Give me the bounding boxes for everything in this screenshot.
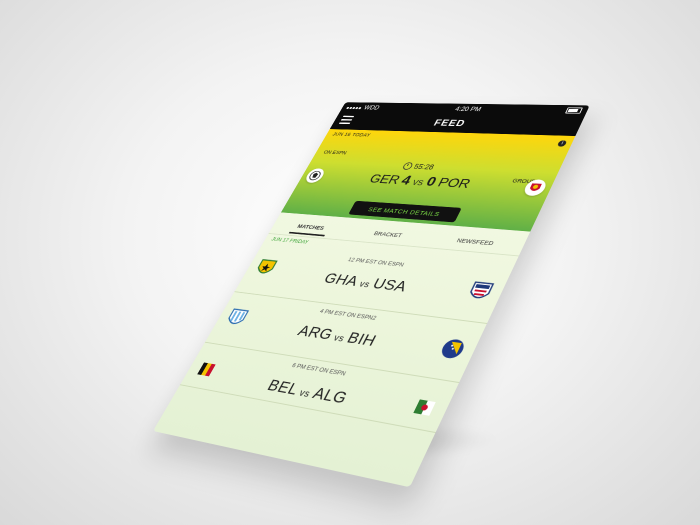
home-team: ARG — [294, 322, 337, 344]
stage: WDD 4:20 PM FEED JUN 16 TODAY i ON ESPN … — [0, 0, 700, 525]
info-icon[interactable]: i — [556, 140, 568, 147]
away-team: ALG — [309, 384, 351, 408]
germany-crest-icon — [303, 168, 327, 184]
home-team: GHA — [321, 270, 362, 290]
vs-label: VS — [410, 178, 425, 187]
tab-matches[interactable]: MATCHES — [289, 220, 332, 237]
score-text: GER 4 VS 0 POR — [366, 171, 473, 192]
live-match-hero: JUN 16 TODAY i ON ESPN 55:28 GROUP G GER… — [280, 129, 576, 232]
vs-label: vs — [297, 388, 313, 400]
tab-bracket[interactable]: BRACKET — [366, 227, 410, 242]
hero-date: JUN 16 TODAY — [331, 131, 372, 139]
status-time: 4:20 PM — [453, 105, 483, 113]
signal-icon — [345, 104, 364, 110]
portugal-crest-icon — [521, 179, 549, 197]
hero-channel: ON ESPN — [322, 149, 348, 156]
battery-icon — [564, 107, 583, 114]
status-left: WDD — [345, 104, 381, 111]
carrier-label: WDD — [362, 104, 381, 111]
vs-label: vs — [331, 333, 347, 345]
away-team: USA — [369, 275, 411, 295]
score-row: GER 4 VS 0 POR — [303, 168, 549, 197]
page-title: FEED — [431, 117, 468, 129]
tab-newsfeed[interactable]: NEWSFEED — [449, 234, 503, 251]
timer-value: 55:28 — [412, 162, 436, 172]
menu-icon[interactable] — [338, 115, 355, 125]
phone-screen: WDD 4:20 PM FEED JUN 16 TODAY i ON ESPN … — [152, 102, 590, 488]
see-match-details-button[interactable]: SEE MATCH DETAILS — [348, 200, 462, 223]
away-team: POR — [435, 176, 473, 192]
away-team: BIH — [344, 329, 380, 350]
home-team: GER — [366, 172, 403, 187]
match-timer: 55:28 — [401, 162, 436, 172]
home-team: BEL — [264, 376, 303, 399]
